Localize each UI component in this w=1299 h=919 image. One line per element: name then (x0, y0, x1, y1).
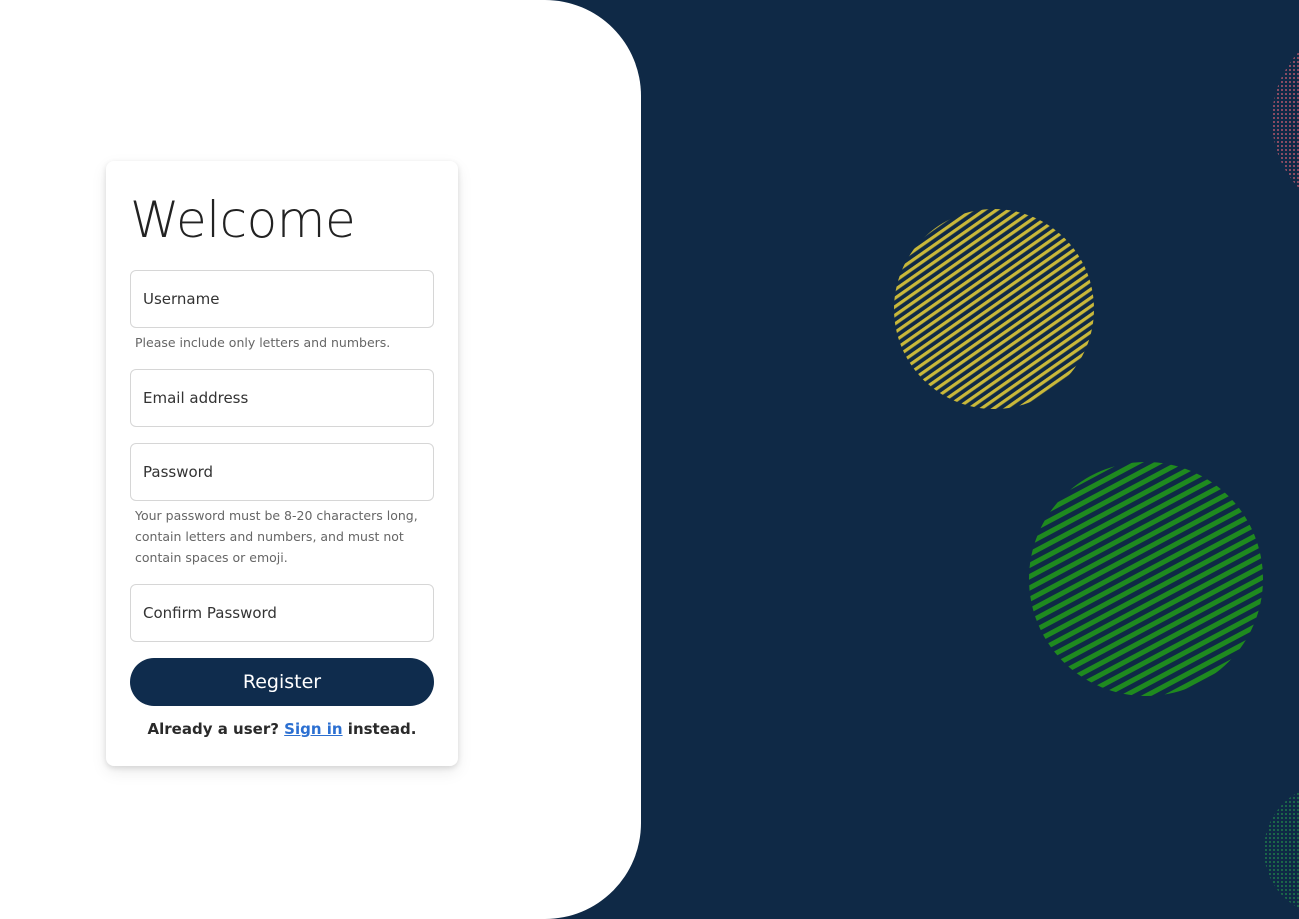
signin-prompt: Already a user? Sign in instead. (106, 720, 458, 738)
confirm-password-input[interactable] (130, 584, 434, 642)
register-button[interactable]: Register (130, 658, 434, 706)
teal-dotted-circle (1264, 791, 1299, 909)
password-input[interactable] (130, 443, 434, 501)
page-title: Welcome (130, 191, 356, 249)
username-hint: Please include only letters and numbers. (135, 335, 391, 350)
green-striped-circle (1029, 462, 1263, 696)
signin-prefix: Already a user? (147, 720, 285, 738)
signin-suffix: instead. (342, 720, 417, 738)
pink-dotted-circle (1272, 51, 1299, 189)
yellow-striped-circle (894, 209, 1094, 409)
username-input[interactable] (130, 270, 434, 328)
password-hint: Your password must be 8-20 characters lo… (135, 508, 418, 565)
email-input[interactable] (130, 369, 434, 427)
register-card: Welcome Please include only letters and … (106, 161, 458, 766)
signin-link[interactable]: Sign in (284, 720, 342, 738)
